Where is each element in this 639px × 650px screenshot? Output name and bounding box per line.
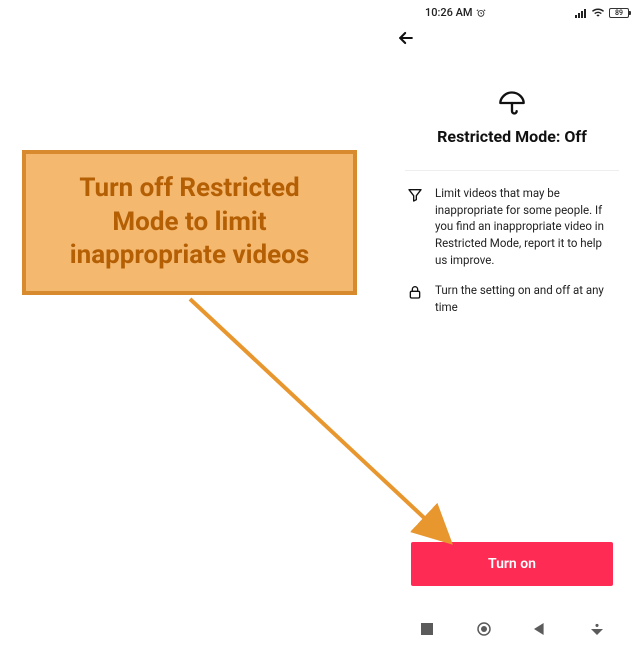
spacer bbox=[405, 330, 619, 542]
app-bar bbox=[385, 21, 639, 55]
lock-icon bbox=[407, 284, 423, 300]
wifi-icon bbox=[591, 8, 605, 18]
phone-screen: 10:26 AM 89 Restricted Mode: Off bbox=[385, 0, 639, 650]
content-area: Restricted Mode: Off Limit videos that m… bbox=[385, 55, 639, 612]
back-arrow-icon bbox=[396, 28, 416, 48]
status-time: 10:26 AM bbox=[425, 6, 486, 19]
hero: Restricted Mode: Off bbox=[405, 89, 619, 146]
turn-on-button[interactable]: Turn on bbox=[411, 542, 613, 586]
status-time-text: 10:26 AM bbox=[425, 6, 473, 19]
divider bbox=[405, 170, 619, 171]
nav-home-button[interactable] bbox=[477, 622, 491, 636]
feature-toggle: Turn the setting on and off at any time bbox=[405, 282, 619, 315]
nav-back-button[interactable] bbox=[533, 622, 547, 636]
funnel-icon bbox=[407, 187, 423, 203]
nav-recent-button[interactable] bbox=[420, 622, 434, 636]
battery-text: 89 bbox=[615, 9, 623, 17]
signal-icon bbox=[575, 8, 587, 18]
page-title: Restricted Mode: Off bbox=[437, 127, 587, 146]
feature-limit: Limit videos that may be inappropriate f… bbox=[405, 185, 619, 268]
system-nav-bar bbox=[385, 612, 639, 650]
back-button[interactable] bbox=[395, 27, 417, 49]
nav-dropdown-button[interactable] bbox=[590, 622, 604, 636]
status-bar: 10:26 AM 89 bbox=[385, 0, 639, 21]
annotation-callout: Turn off Restricted Mode to limit inappr… bbox=[22, 150, 357, 295]
umbrella-icon bbox=[498, 89, 526, 117]
battery-icon: 89 bbox=[609, 8, 629, 18]
alarm-icon bbox=[476, 8, 486, 18]
annotation-callout-text: Turn off Restricted Mode to limit inappr… bbox=[48, 172, 331, 273]
feature-toggle-text: Turn the setting on and off at any time bbox=[435, 282, 617, 315]
feature-limit-text: Limit videos that may be inappropriate f… bbox=[435, 185, 617, 268]
